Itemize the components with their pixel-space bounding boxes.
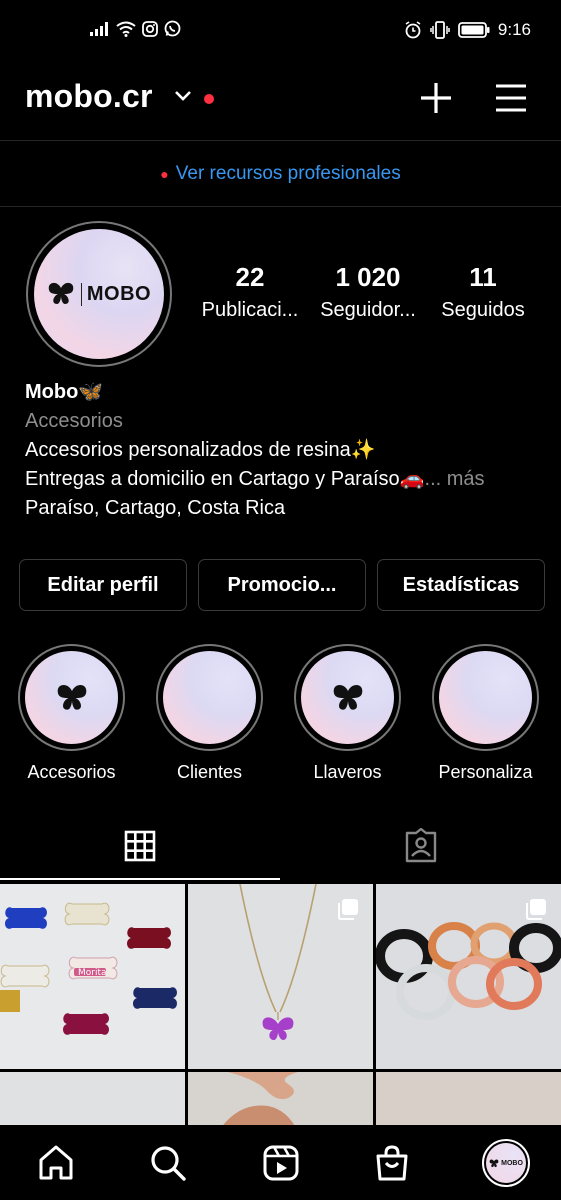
post-thumbnail[interactable]	[188, 884, 373, 1069]
profile-bio: Mobo🦋 Accesorios Accesorios personalizad…	[25, 378, 545, 523]
active-tab-indicator	[0, 878, 280, 880]
profile-tabs	[0, 812, 561, 880]
carousel-indicator-icon	[526, 899, 546, 920]
nav-home[interactable]	[36, 1143, 76, 1183]
stat-value: 1 020	[335, 262, 401, 292]
post-thumbnail[interactable]	[376, 1072, 561, 1132]
posts-count[interactable]: 22 Publicaci...	[190, 262, 310, 322]
nav-profile-avatar[interactable]: MOBO	[482, 1139, 530, 1187]
edit-profile-button[interactable]: Editar perfil	[19, 559, 187, 611]
bio-line-row: Entregas a domicilio en Cartago y Paraís…	[25, 465, 545, 494]
nav-reels[interactable]	[261, 1143, 301, 1183]
stat-label: Seguidos	[441, 299, 525, 321]
reels-icon	[263, 1145, 299, 1181]
highlight-label: Llaveros	[313, 762, 382, 782]
clock: 9:16	[497, 20, 531, 39]
top-header: mobo.cr	[0, 64, 561, 140]
wifi-icon	[116, 21, 136, 37]
divider	[0, 206, 561, 207]
following-count[interactable]: 11 Seguidos	[426, 262, 540, 322]
notification-dot: ●	[160, 165, 169, 182]
dog-tag-keychains-photo: Morita	[0, 902, 177, 1035]
stat-value: 22	[235, 262, 265, 292]
butterfly-icon	[489, 1159, 499, 1167]
logo-text: MOBO	[80, 282, 151, 306]
highlight-item[interactable]: Accesorios	[18, 644, 125, 783]
keychain-name-text: Morita	[78, 968, 107, 978]
bio-more-link[interactable]: ... más	[425, 468, 485, 490]
highlight-label: Personaliza	[438, 762, 533, 782]
professional-resources-label: Ver recursos profesionales	[175, 162, 401, 184]
bottom-navigation: MOBO	[0, 1125, 561, 1200]
shopping-bag-icon	[376, 1145, 408, 1181]
post-thumbnail[interactable]	[188, 1072, 373, 1132]
account-switcher[interactable]: mobo.cr	[25, 78, 153, 115]
highlight-item[interactable]: Personaliza	[432, 644, 539, 783]
butterfly-icon	[57, 684, 86, 710]
post-thumbnail[interactable]: Morita	[0, 884, 185, 1069]
nav-search[interactable]	[148, 1143, 188, 1183]
post-thumbnail[interactable]	[376, 884, 561, 1069]
stat-value: 11	[469, 262, 497, 292]
tagged-person-icon	[405, 828, 437, 863]
instagram-notification-icon	[142, 20, 158, 37]
hand-photo	[218, 1072, 298, 1132]
tab-posts-grid[interactable]	[0, 812, 280, 880]
vibrate-icon	[430, 21, 450, 39]
chevron-down-icon[interactable]	[174, 90, 192, 102]
professional-resources-link[interactable]: ● Ver recursos profesionales	[0, 141, 561, 206]
highlight-label: Accesorios	[27, 762, 116, 782]
profile-location[interactable]: Paraíso, Cartago, Costa Rica	[25, 494, 545, 523]
butterfly-icon	[333, 684, 362, 710]
highlight-label: Clientes	[176, 762, 243, 782]
profile-stats: 22 Publicaci... 1 020 Seguidor... 11 Seg…	[190, 262, 540, 322]
notification-dot	[204, 94, 214, 104]
whatsapp-notification-icon	[164, 20, 181, 37]
highlight-item[interactable]: Clientes	[156, 644, 263, 783]
hamburger-menu-icon[interactable]	[494, 82, 528, 114]
carousel-indicator-icon	[338, 899, 358, 920]
stat-label: Publicaci...	[201, 299, 299, 321]
profile-name: Mobo🦋	[25, 381, 104, 403]
promote-button[interactable]: Promocio...	[198, 559, 366, 611]
home-icon	[39, 1145, 73, 1180]
signal-icon	[90, 21, 108, 36]
battery-icon	[458, 22, 490, 38]
highlight-item[interactable]: Llaveros	[294, 644, 401, 783]
nav-avatar-text: MOBO	[501, 1159, 523, 1167]
tab-tagged[interactable]	[281, 812, 561, 880]
stat-label: Seguidor...	[320, 299, 416, 321]
grid-icon	[124, 830, 156, 862]
bio-line: Accesorios personalizados de resina✨	[25, 439, 376, 461]
create-plus-icon[interactable]	[418, 80, 454, 116]
status-bar: 9:16	[0, 0, 561, 64]
story-highlights: Accesorios Clientes Llaveros Personaliza	[18, 644, 539, 783]
insights-button[interactable]: Estadísticas	[377, 559, 545, 611]
nav-shop[interactable]	[372, 1143, 412, 1183]
profile-actions: Editar perfil Promocio... Estadísticas	[19, 559, 545, 611]
bio-line: Entregas a domicilio en Cartago y Paraís…	[25, 468, 425, 490]
profile-category: Accesorios	[25, 410, 123, 432]
search-icon	[151, 1146, 186, 1181]
followers-count[interactable]: 1 020 Seguidor...	[310, 262, 426, 322]
post-thumbnail[interactable]	[0, 1072, 185, 1132]
profile-avatar[interactable]: MOBO	[26, 221, 172, 367]
alarm-icon	[405, 21, 421, 39]
butterfly-icon	[48, 282, 74, 304]
